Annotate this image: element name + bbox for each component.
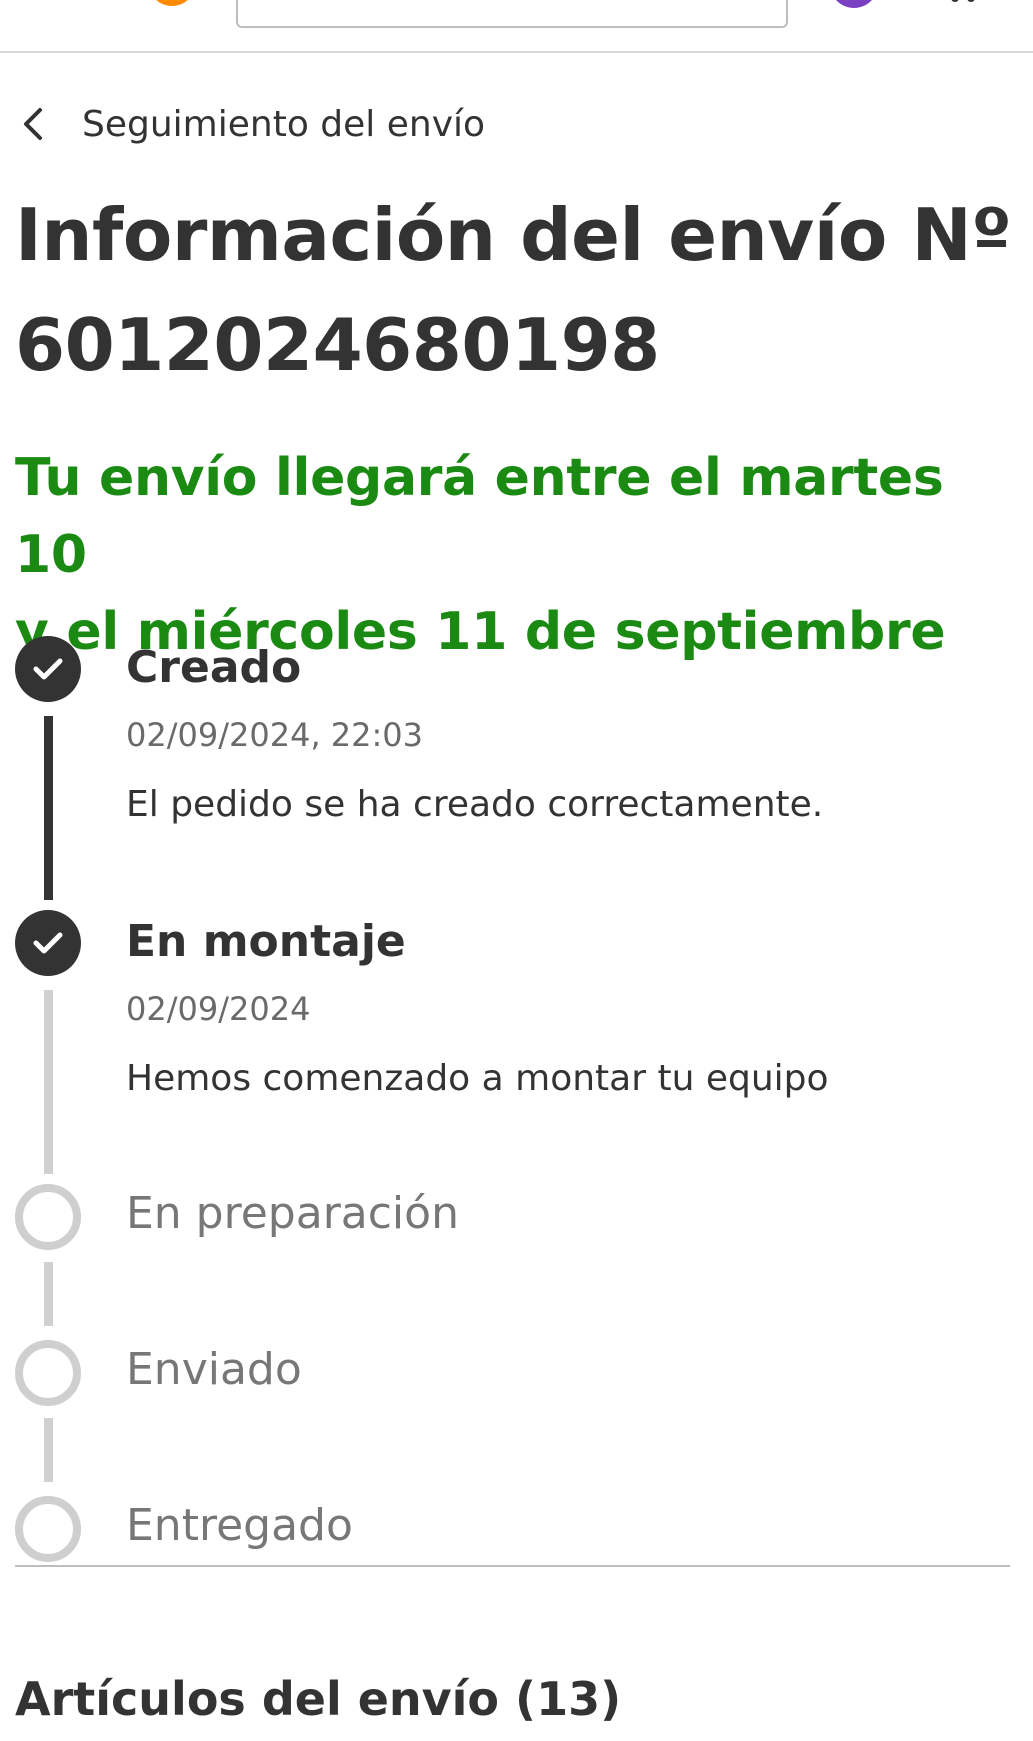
timeline-connector <box>44 1262 53 1326</box>
step-title: En montaje <box>126 916 406 967</box>
section-divider <box>15 1565 1010 1567</box>
logo-icon[interactable] <box>148 0 196 6</box>
step-date: 02/09/2024, 22:03 <box>126 716 423 754</box>
search-input[interactable] <box>236 0 788 28</box>
step-title: Creado <box>126 642 302 693</box>
breadcrumb-back-link[interactable]: Seguimiento del envío <box>22 98 485 150</box>
check-icon <box>15 636 81 702</box>
pending-circle-icon <box>15 1340 81 1406</box>
step-title: En preparación <box>126 1188 459 1239</box>
avatar-icon[interactable] <box>830 0 878 8</box>
cart-icon[interactable] <box>946 0 980 6</box>
page-title-line-1: Información del envío Nº <box>15 193 1012 277</box>
check-icon <box>15 910 81 976</box>
step-description: Hemos comenzado a montar tu equipo <box>126 1058 829 1099</box>
timeline-connector <box>44 990 53 1174</box>
timeline-connector <box>44 716 53 900</box>
pending-circle-icon <box>15 1496 81 1562</box>
delivery-estimate: Tu envío llegará entre el martes 10 y el… <box>15 440 1025 671</box>
delivery-estimate-line-1: Tu envío llegará entre el martes 10 <box>15 448 944 585</box>
step-date: 02/09/2024 <box>126 990 311 1028</box>
breadcrumb-label[interactable]: Seguimiento del envío <box>82 104 485 145</box>
step-description: El pedido se ha creado correctamente. <box>126 784 824 825</box>
step-title: Entregado <box>126 1500 353 1551</box>
chevron-left-icon[interactable] <box>22 104 52 144</box>
shipment-number: 6012024680198 <box>15 303 660 387</box>
pending-circle-icon <box>15 1184 81 1250</box>
top-bar <box>0 0 1033 53</box>
timeline-connector <box>44 1418 53 1482</box>
step-title: Enviado <box>126 1344 302 1395</box>
page-title: Información del envío Nº 6012024680198 <box>15 180 1025 400</box>
articles-section-title: Artículos del envío (13) <box>15 1672 622 1726</box>
